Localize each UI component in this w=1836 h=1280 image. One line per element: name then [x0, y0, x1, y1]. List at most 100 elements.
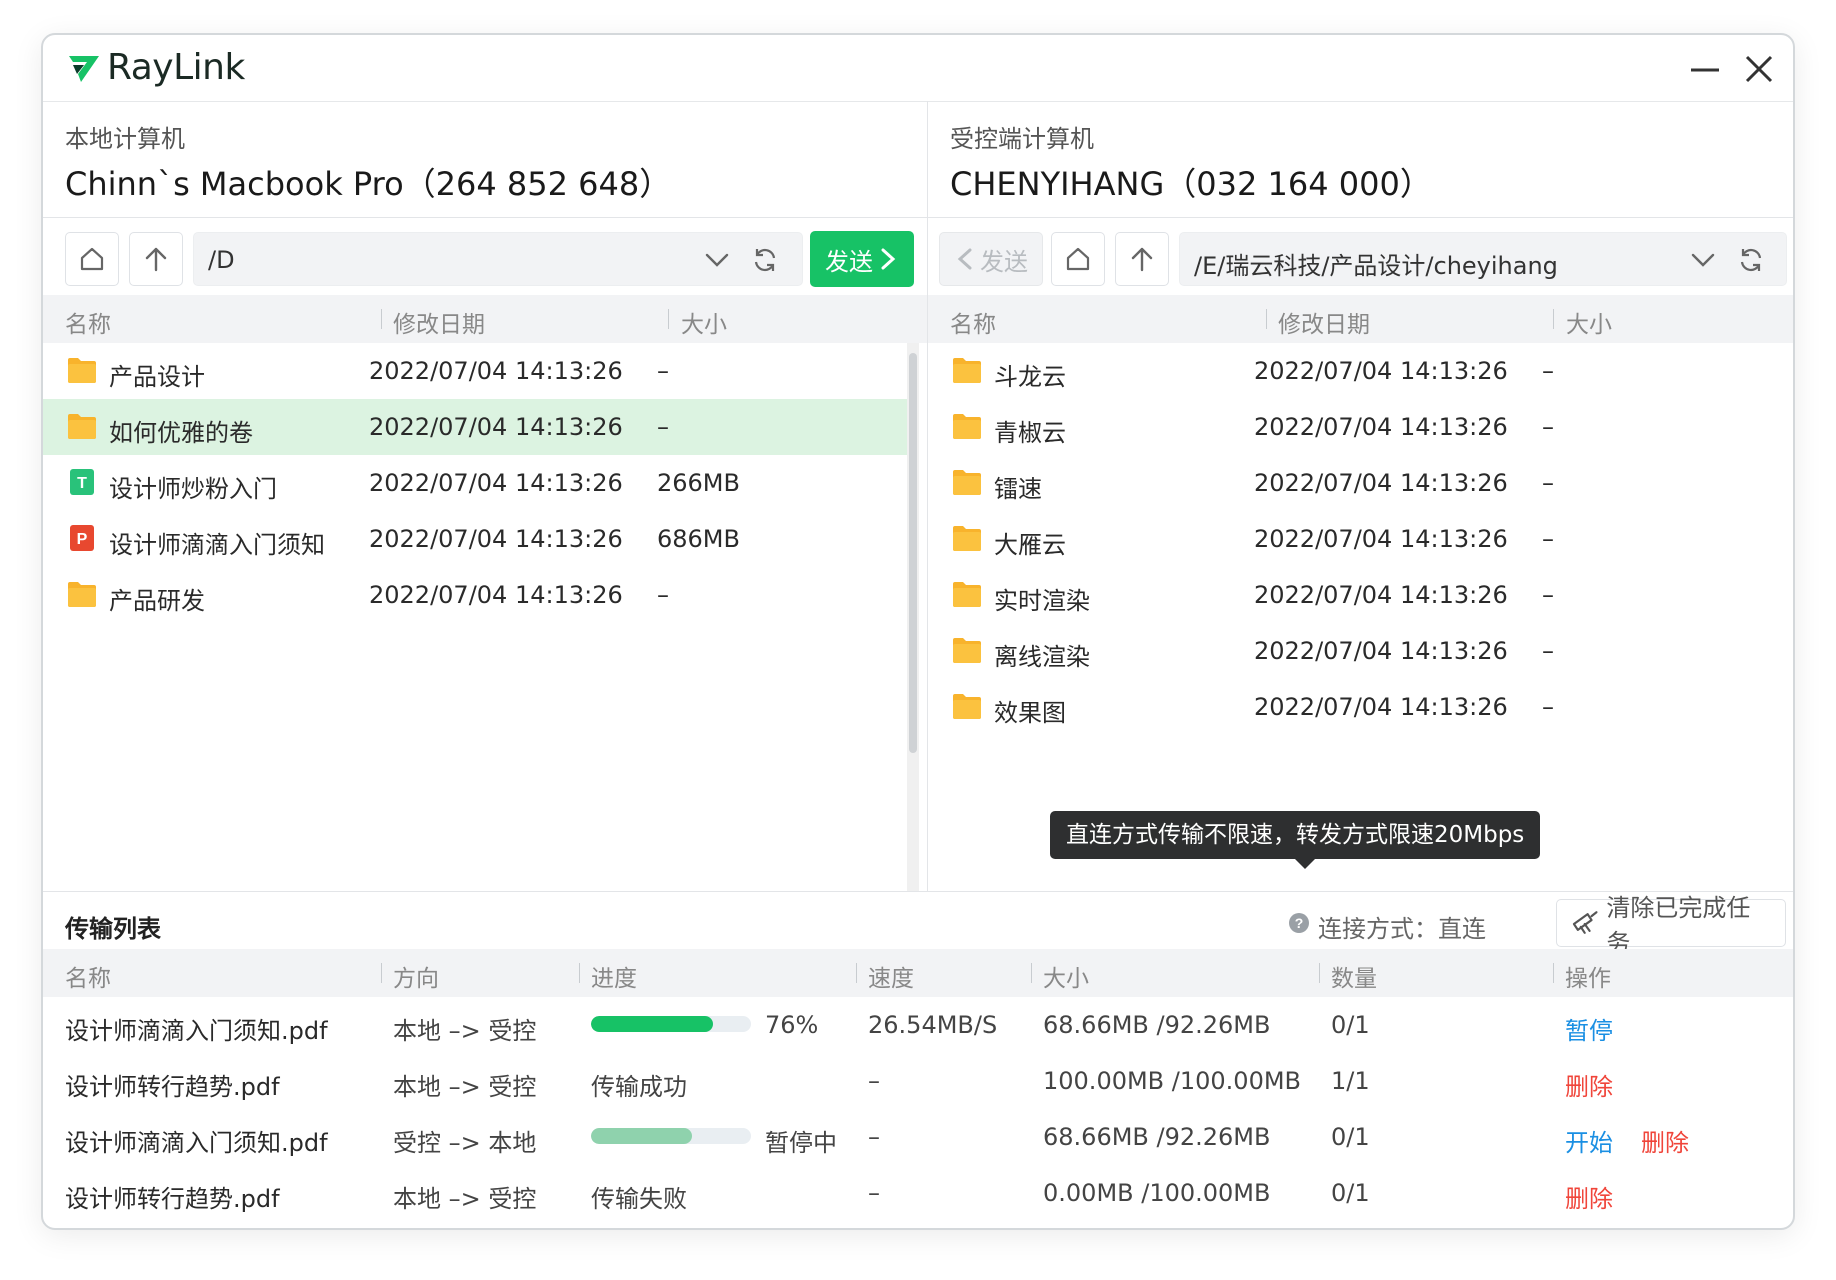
send-button[interactable]: 发送 — [810, 231, 914, 287]
delete-button[interactable]: 删除 — [1641, 1123, 1689, 1158]
local-home-button[interactable] — [65, 232, 119, 286]
send-button-label: 发送 — [825, 247, 873, 276]
file-icon-wrap — [952, 524, 982, 552]
file-row[interactable]: 斗龙云 2022/07/04 14:13:26 – — [928, 343, 1793, 399]
folder-icon — [953, 414, 981, 439]
remote-computer-label: 受控端计算机 — [950, 125, 1094, 153]
file-row[interactable]: 离线渲染 2022/07/04 14:13:26 – — [928, 623, 1793, 679]
column-separator — [579, 963, 580, 983]
file-icon-wrap — [952, 356, 982, 384]
file-row[interactable]: P 设计师滴滴入门须知 2022/07/04 14:13:26 686MB — [43, 511, 907, 567]
transfer-list-title: 传输列表 — [65, 915, 161, 943]
transfer-count: 0/1 — [1331, 1179, 1370, 1207]
svg-text:?: ? — [1295, 915, 1304, 931]
file-transfer-window: RayLink 本地计算机 Chinn`s Macbook Pro（264 85… — [41, 33, 1795, 1230]
column-header-size[interactable]: 大小 — [681, 305, 727, 339]
remote-home-button[interactable] — [1051, 232, 1105, 286]
send-back-button-disabled[interactable]: 发送 — [939, 232, 1043, 286]
file-row[interactable]: 效果图 2022/07/04 14:13:26 – — [928, 679, 1793, 735]
file-icon-wrap — [67, 412, 97, 440]
send-back-label: 发送 — [980, 247, 1028, 276]
transfer-row: 设计师转行趋势.pdf 本地 –> 受控 传输成功 – 100.00MB /100.00… — [43, 1053, 1793, 1109]
column-header-name[interactable]: 名称 — [65, 305, 111, 339]
divider — [43, 891, 1793, 892]
close-button[interactable] — [1737, 47, 1781, 91]
transfer-direction: 本地 –> 受控 — [393, 1017, 537, 1045]
delete-button[interactable]: 删除 — [1565, 1179, 1613, 1214]
column-separator — [1266, 309, 1267, 329]
column-separator — [1553, 963, 1554, 983]
close-icon — [1745, 55, 1773, 83]
file-row[interactable]: 实时渲染 2022/07/04 14:13:26 – — [928, 567, 1793, 623]
file-icon-wrap — [952, 468, 982, 496]
pause-button[interactable]: 暂停 — [1565, 1011, 1613, 1046]
column-header-date[interactable]: 修改日期 — [1278, 305, 1370, 339]
file-name: 如何优雅的卷 — [109, 419, 253, 447]
local-path-input[interactable]: /D — [193, 232, 803, 286]
progress-fill — [591, 1016, 713, 1032]
folder-icon — [68, 414, 96, 439]
file-name: 斗龙云 — [994, 363, 1066, 391]
file-name: 青椒云 — [994, 419, 1066, 447]
transfer-speed: – — [868, 1067, 880, 1095]
remote-path-input[interactable]: /E/瑞云科技/产品设计/cheyihang — [1179, 232, 1787, 286]
file-name: 大雁云 — [994, 531, 1066, 559]
remote-up-button[interactable] — [1115, 232, 1169, 286]
column-header-name[interactable]: 名称 — [950, 305, 996, 339]
file-date: 2022/07/04 14:13:26 — [1254, 693, 1508, 721]
minimize-button[interactable] — [1683, 47, 1727, 91]
refresh-icon — [1740, 248, 1762, 272]
remote-computer-header: 受控端计算机 CHENYIHANG（032 164 000） — [928, 101, 1793, 251]
delete-button[interactable]: 删除 — [1565, 1067, 1613, 1102]
broom-icon — [1572, 911, 1598, 934]
folder-icon — [953, 470, 981, 495]
file-row[interactable]: 镭速 2022/07/04 14:13:26 – — [928, 455, 1793, 511]
file-size: – — [1542, 693, 1554, 721]
transfer-size: 100.00MB /100.00MB — [1043, 1067, 1302, 1095]
help-icon-button[interactable]: ? — [1287, 911, 1311, 935]
svg-text:P: P — [77, 531, 88, 548]
clear-completed-button[interactable]: 清除已完成任务 — [1556, 894, 1786, 957]
app-logo: RayLink — [67, 47, 245, 88]
column-header-count: 数量 — [1331, 966, 1377, 992]
file-date: 2022/07/04 14:13:26 — [1254, 469, 1508, 497]
local-path-dropdown[interactable] — [702, 245, 732, 275]
local-refresh-button[interactable] — [750, 245, 780, 275]
transfer-size: 0.00MB /100.00MB — [1043, 1179, 1271, 1207]
file-name: 设计师炒粉入门 — [109, 475, 277, 503]
transfer-speed: – — [868, 1123, 880, 1151]
question-icon: ? — [1289, 913, 1309, 933]
file-name: 实时渲染 — [994, 587, 1090, 615]
file-date: 2022/07/04 14:13:26 — [1254, 357, 1508, 385]
file-size: – — [1542, 357, 1554, 385]
column-header-date[interactable]: 修改日期 — [393, 305, 485, 339]
start-button[interactable]: 开始 — [1565, 1123, 1613, 1158]
file-size: – — [657, 581, 669, 609]
local-scrollbar[interactable] — [907, 343, 919, 891]
arrow-up-icon — [1131, 247, 1153, 272]
transfer-row: 设计师滴滴入门须知.pdf 本地 –> 受控 76% 26.54MB/S 68.66MB… — [43, 997, 1793, 1053]
file-icon-wrap: T — [67, 468, 97, 496]
file-row[interactable]: 产品设计 2022/07/04 14:13:26 – — [43, 343, 907, 399]
transfer-speed: 26.54MB/S — [868, 1011, 998, 1039]
file-row[interactable]: T 设计师炒粉入门 2022/07/04 14:13:26 266MB — [43, 455, 907, 511]
file-row[interactable]: 产品研发 2022/07/04 14:13:26 – — [43, 567, 907, 623]
file-row[interactable]: 青椒云 2022/07/04 14:13:26 – — [928, 399, 1793, 455]
file-icon-wrap — [67, 580, 97, 608]
arrow-up-icon — [145, 247, 167, 272]
file-name: 产品研发 — [109, 587, 205, 615]
local-scrollbar-thumb[interactable] — [909, 353, 917, 753]
column-header-size[interactable]: 大小 — [1566, 305, 1612, 339]
local-up-button[interactable] — [129, 232, 183, 286]
svg-text:T: T — [77, 475, 87, 492]
file-row[interactable]: 如何优雅的卷 2022/07/04 14:13:26 – — [43, 399, 907, 455]
column-separator — [381, 309, 382, 329]
file-row[interactable]: 大雁云 2022/07/04 14:13:26 – — [928, 511, 1793, 567]
transfer-count: 0/1 — [1331, 1011, 1370, 1039]
transfer-direction: 本地 –> 受控 — [393, 1185, 537, 1213]
minimize-icon — [1691, 68, 1719, 72]
remote-path-dropdown[interactable] — [1688, 245, 1718, 275]
transfer-count: 1/1 — [1331, 1067, 1370, 1095]
remote-refresh-button[interactable] — [1736, 245, 1766, 275]
transfer-file-name: 设计师转行趋势.pdf — [65, 1073, 280, 1101]
